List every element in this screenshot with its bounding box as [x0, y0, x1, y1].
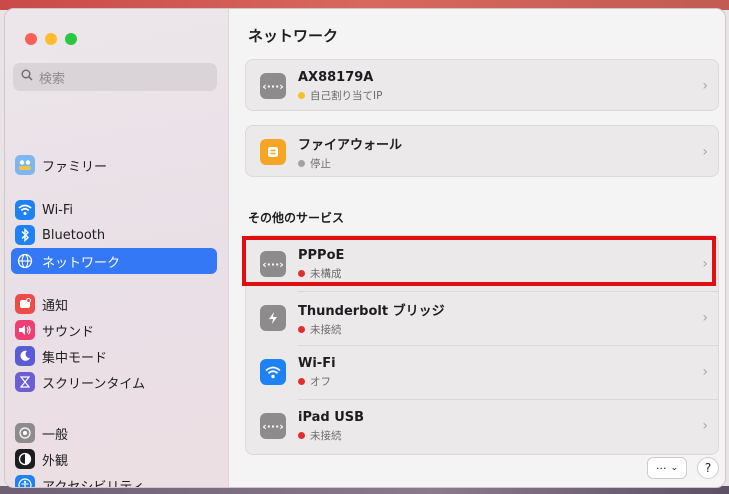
ethernet-icon: ‹···› [260, 413, 286, 439]
service-name: AX88179A [298, 69, 374, 85]
moon-icon [15, 346, 35, 366]
status-dot [298, 431, 305, 439]
page-title: ネットワーク [248, 27, 339, 45]
service-status-line: 停止 [298, 156, 402, 171]
main-pane: ネットワーク ‹···› AX88179A 自己割り当てIP › ファイアウォー… [229, 9, 725, 487]
sidebar-item-sound[interactable]: サウンド [11, 317, 217, 343]
sidebar-item-label: アクセシビリティ [42, 479, 145, 488]
status-dot [298, 377, 305, 385]
section-title: その他のサービス [248, 211, 345, 225]
service-name: iPad USB [298, 409, 365, 425]
chevron-right-icon: › [702, 256, 708, 272]
sidebar-item-label: ファミリー [42, 159, 108, 175]
sidebar-item-label: 通知 [42, 298, 69, 314]
service-row-pppoe[interactable]: ‹···› PPPoE 未構成 › [246, 238, 718, 290]
service-card-ax88179a: ‹···› AX88179A 自己割り当てIP › [245, 59, 719, 111]
sidebar-item-bluetooth[interactable]: Bluetooth [11, 222, 217, 248]
accessibility-icon [15, 475, 35, 487]
service-status: 停止 [310, 157, 331, 170]
service-status: 未接続 [310, 323, 342, 336]
sidebar-item-general[interactable]: 一般 [11, 420, 217, 446]
sidebar-item-label: スクリーンタイム [42, 376, 146, 392]
sidebar-item-label: 集中モード [42, 350, 108, 366]
service-row-ax88179a[interactable]: ‹···› AX88179A 自己割り当てIP › [246, 60, 718, 112]
window-controls [25, 33, 77, 45]
firewall-icon [260, 139, 286, 165]
bell-icon [15, 294, 35, 314]
bottom-toolbar: ··· ⌄ ? [646, 457, 719, 479]
status-dot [298, 325, 305, 333]
search-icon [21, 69, 33, 85]
sidebar-item-accessibility[interactable]: アクセシビリティ [11, 472, 217, 488]
minimize-button[interactable] [45, 33, 57, 45]
service-status-line: 未接続 [298, 428, 364, 443]
search-placeholder: 検索 [39, 71, 66, 87]
action-menu-label: ··· [655, 461, 667, 475]
action-menu-button[interactable]: ··· ⌄ [646, 457, 687, 479]
chevron-right-icon: › [702, 144, 708, 160]
service-status: 未接続 [310, 429, 342, 442]
sidebar: 検索 ファミリー Wi-Fi Bluetooth ネットワーク 通知 サウンド … [5, 9, 229, 487]
sidebar-item-focus[interactable]: 集中モード [11, 343, 217, 369]
service-status: 未構成 [310, 267, 342, 280]
status-dot [298, 269, 305, 277]
sidebar-item-notifications[interactable]: 通知 [11, 291, 217, 317]
help-label: ? [704, 461, 712, 475]
globe-icon [15, 251, 35, 271]
sidebar-item-wifi[interactable]: Wi-Fi [11, 197, 217, 223]
service-row-ipad-usb[interactable]: ‹···› iPad USB 未接続 › [246, 400, 718, 452]
service-name: Wi-Fi [298, 355, 336, 371]
service-name: PPPoE [298, 247, 345, 263]
sidebar-item-screen-time[interactable]: スクリーンタイム [11, 369, 217, 395]
help-button[interactable]: ? [697, 457, 719, 479]
chevron-right-icon: › [702, 78, 708, 94]
gear-icon [15, 423, 35, 443]
service-row-firewall[interactable]: ファイアウォール 停止 › [246, 126, 718, 178]
service-status-line: 自己割り当てIP [298, 88, 382, 103]
wifi-icon [15, 200, 35, 220]
chevron-right-icon: › [702, 310, 708, 326]
status-dot [298, 91, 305, 99]
thunderbolt-icon [260, 305, 286, 331]
sidebar-item-label: サウンド [42, 324, 95, 340]
sidebar-item-label: Wi-Fi [42, 202, 74, 218]
wifi-icon [260, 359, 286, 385]
speaker-icon [15, 320, 35, 340]
service-name: ファイアウォール [298, 137, 403, 153]
sidebar-item-label: 一般 [42, 427, 69, 443]
hourglass-icon [15, 372, 35, 392]
bluetooth-icon [15, 225, 35, 245]
sidebar-item-family[interactable]: ファミリー [11, 152, 217, 178]
chevron-down-icon: ⌄ [670, 463, 678, 473]
service-status-line: 未構成 [298, 266, 344, 281]
search-input[interactable]: 検索 [13, 63, 217, 91]
appearance-icon [15, 449, 35, 469]
sidebar-item-appearance[interactable]: 外観 [11, 446, 217, 472]
service-card-firewall: ファイアウォール 停止 › [245, 125, 719, 177]
service-status: オフ [310, 375, 331, 388]
service-name: Thunderbolt ブリッジ [298, 303, 445, 319]
sidebar-item-label: ネットワーク [42, 255, 121, 271]
family-icon [15, 155, 35, 175]
ethernet-icon: ‹···› [260, 73, 286, 99]
sidebar-item-label: Bluetooth [42, 227, 106, 243]
service-status: 自己割り当てIP [310, 89, 383, 102]
service-row-thunderbolt[interactable]: Thunderbolt ブリッジ 未接続 › [246, 292, 718, 344]
ethernet-icon: ‹···› [260, 251, 286, 277]
zoom-button[interactable] [65, 33, 77, 45]
service-status-line: オフ [298, 374, 336, 389]
chevron-right-icon: › [702, 364, 708, 380]
sidebar-item-label: 外観 [42, 453, 69, 469]
other-services-card: ‹···› PPPoE 未構成 › Thunderbolt ブリッジ 未接続 ›… [245, 235, 719, 455]
chevron-right-icon: › [702, 418, 708, 434]
sidebar-item-network[interactable]: ネットワーク [11, 248, 217, 274]
service-status-line: 未接続 [298, 322, 445, 337]
status-dot [298, 159, 305, 167]
close-button[interactable] [25, 33, 37, 45]
service-row-wifi[interactable]: Wi-Fi オフ › [246, 346, 718, 398]
settings-window: 検索 ファミリー Wi-Fi Bluetooth ネットワーク 通知 サウンド … [4, 8, 726, 488]
